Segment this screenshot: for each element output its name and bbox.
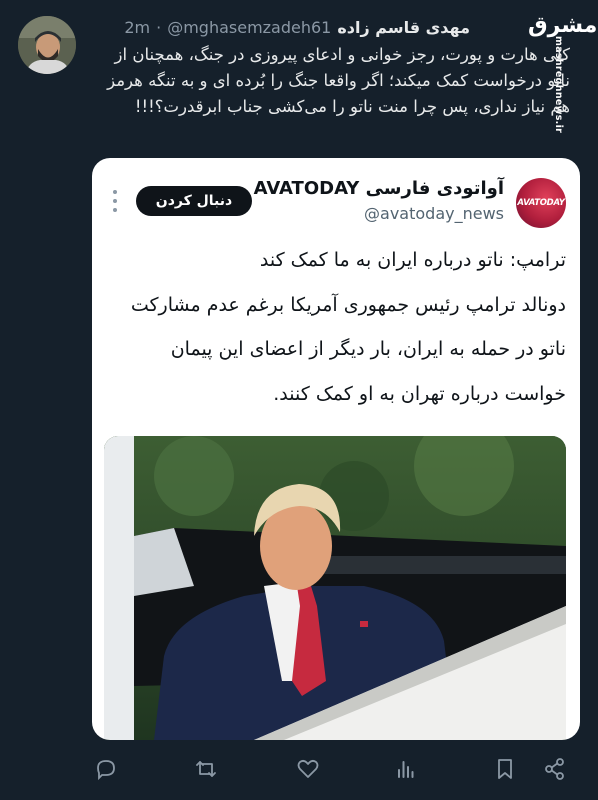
tweet-action-bar [0, 750, 598, 786]
quoted-display-name[interactable]: آواتودی فارسی AVATODAY [254, 178, 504, 199]
tweet-header: مهدی قاسم زاده @mghasemzadeh61 · 2m [124, 16, 470, 38]
header-separator: · [156, 17, 162, 37]
retweet-icon[interactable] [193, 756, 219, 782]
more-options-icon[interactable] [110, 190, 120, 212]
follow-button[interactable]: دنبال کردن [136, 186, 252, 216]
like-icon[interactable] [295, 756, 321, 782]
avatoday-logo[interactable]: AVATODAY [516, 178, 566, 228]
author-avatar[interactable] [18, 16, 76, 74]
tweet-timestamp[interactable]: 2m [124, 18, 150, 37]
watermark-logo: مشرق [528, 13, 598, 38]
news-photo [104, 436, 566, 740]
avatoday-logo-text: AVATODAY [517, 198, 565, 208]
bookmark-icon[interactable] [492, 756, 518, 782]
tweet-text: کلی هارت و پورت، رجز خوانی و ادعای پیروز… [107, 45, 570, 116]
views-icon[interactable] [392, 756, 418, 782]
quoted-headline: ترامپ: ناتو درباره ایران به ما کمک کند [259, 249, 566, 271]
quoted-body: دونالد ترامپ رئیس جمهوری آمریکا برغم عدم… [130, 293, 566, 405]
quoted-handle[interactable]: @avatoday_news [364, 204, 504, 223]
quoted-tweet-card[interactable]: AVATODAY آواتودی فارسی AVATODAY @avatoda… [92, 158, 580, 740]
author-display-name[interactable]: مهدی قاسم زاده [337, 18, 470, 37]
author-handle[interactable]: @mghasemzadeh61 [167, 18, 331, 37]
quoted-tweet-text: ترامپ: ناتو درباره ایران به ما کمک کند د… [106, 238, 566, 416]
avatar-photo [18, 16, 76, 74]
share-icon[interactable] [542, 756, 568, 782]
reply-icon[interactable] [93, 756, 119, 782]
quoted-tweet-image[interactable] [104, 436, 566, 740]
